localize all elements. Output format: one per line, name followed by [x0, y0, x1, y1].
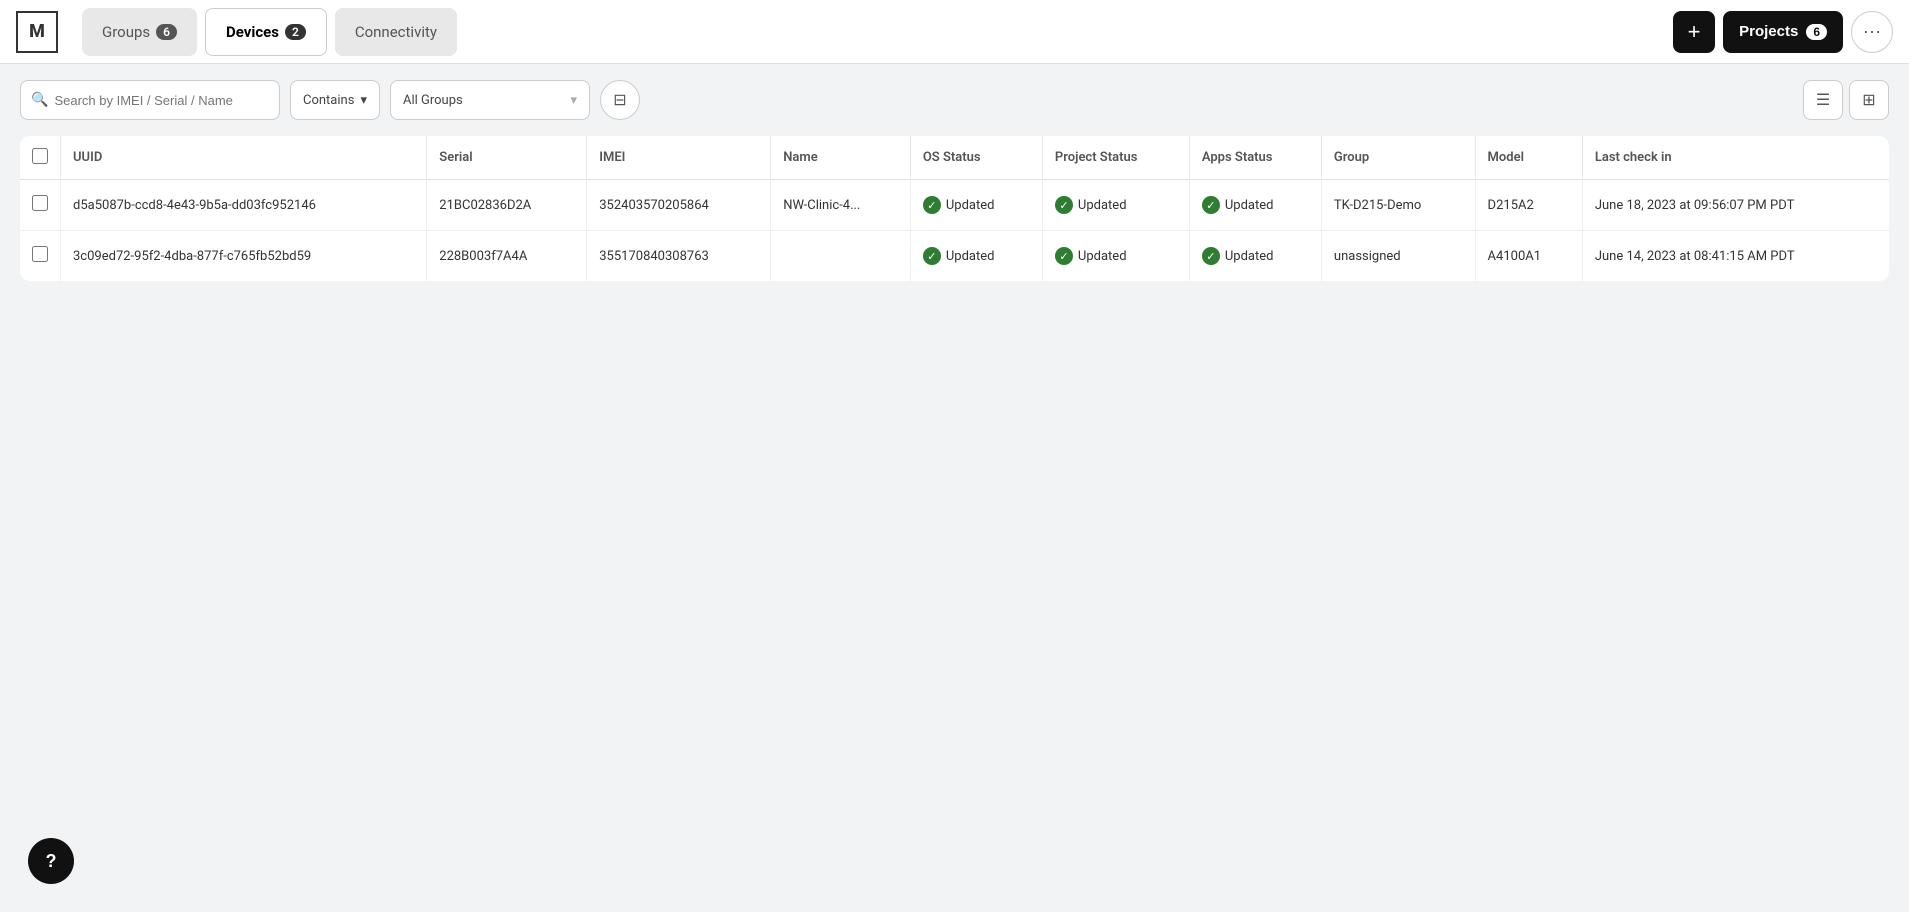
- row-last-checkin: June 18, 2023 at 09:56:07 PM PDT: [1582, 180, 1889, 231]
- tab-groups-badge: 6: [156, 24, 177, 40]
- more-options-button[interactable]: ···: [1851, 11, 1893, 53]
- row-last-checkin: June 14, 2023 at 08:41:15 AM PDT: [1582, 231, 1889, 282]
- row-os-status: ✓ Updated: [910, 180, 1042, 231]
- row-uuid: d5a5087b-ccd8-4e43-9b5a-dd03fc952146: [61, 180, 427, 231]
- status-check-icon: ✓: [1055, 247, 1073, 265]
- row-imei: 352403570205864: [587, 180, 771, 231]
- col-uuid: UUID: [61, 136, 427, 180]
- contains-chevron-icon: ▾: [360, 93, 367, 108]
- grid-view-button[interactable]: ⊞: [1849, 80, 1889, 120]
- col-project-status: Project Status: [1042, 136, 1189, 180]
- table-header-row: UUID Serial IMEI Name OS Status Project …: [20, 136, 1889, 180]
- status-label: Updated: [1078, 249, 1127, 264]
- devices-table-container: UUID Serial IMEI Name OS Status Project …: [0, 136, 1909, 281]
- row-os-status: ✓ Updated: [910, 231, 1042, 282]
- col-model: Model: [1475, 136, 1582, 180]
- row-name: NW-Clinic-4...: [771, 180, 911, 231]
- status-label: Updated: [946, 198, 995, 213]
- filter-button[interactable]: ⊟: [600, 80, 640, 120]
- search-input[interactable]: [54, 93, 254, 108]
- col-serial: Serial: [427, 136, 587, 180]
- list-view-icon: ☰: [1816, 90, 1830, 110]
- status-check-icon: ✓: [1202, 196, 1220, 214]
- col-imei: IMEI: [587, 136, 771, 180]
- row-model: D215A2: [1475, 180, 1582, 231]
- grid-view-icon: ⊞: [1862, 90, 1875, 110]
- search-icon: 🔍: [31, 92, 48, 108]
- row-project-status: ✓ Updated: [1042, 231, 1189, 282]
- select-all-header[interactable]: [20, 136, 61, 180]
- col-apps-status: Apps Status: [1189, 136, 1321, 180]
- logo[interactable]: M: [16, 11, 58, 53]
- table-row[interactable]: d5a5087b-ccd8-4e43-9b5a-dd03fc95214621BC…: [20, 180, 1889, 231]
- contains-label: Contains: [303, 93, 354, 108]
- row-model: A4100A1: [1475, 231, 1582, 282]
- projects-badge: 6: [1806, 24, 1827, 40]
- col-os-status: OS Status: [910, 136, 1042, 180]
- row-checkbox[interactable]: [32, 195, 48, 211]
- tab-connectivity[interactable]: Connectivity: [335, 8, 457, 56]
- help-button[interactable]: ?: [28, 838, 74, 884]
- groups-dropdown[interactable]: All Groups ▾: [390, 80, 590, 120]
- row-serial: 228B003f7A4A: [427, 231, 587, 282]
- row-group: unassigned: [1321, 231, 1475, 282]
- list-view-button[interactable]: ☰: [1803, 80, 1843, 120]
- row-imei: 355170840308763: [587, 231, 771, 282]
- status-check-icon: ✓: [923, 196, 941, 214]
- add-button[interactable]: +: [1673, 11, 1715, 53]
- status-label: Updated: [1225, 198, 1274, 213]
- tab-devices-badge: 2: [285, 24, 306, 40]
- row-serial: 21BC02836D2A: [427, 180, 587, 231]
- filter-icon: ⊟: [613, 90, 626, 110]
- row-project-status: ✓ Updated: [1042, 180, 1189, 231]
- tab-connectivity-label: Connectivity: [355, 23, 437, 41]
- status-label: Updated: [1225, 249, 1274, 264]
- status-label: Updated: [946, 249, 995, 264]
- table-row[interactable]: 3c09ed72-95f2-4dba-877f-c765fb52bd59228B…: [20, 231, 1889, 282]
- row-group: TK-D215-Demo: [1321, 180, 1475, 231]
- status-check-icon: ✓: [1055, 196, 1073, 214]
- status-check-icon: ✓: [1202, 247, 1220, 265]
- tab-devices-label: Devices: [226, 23, 279, 41]
- toolbar: 🔍 Contains ▾ All Groups ▾ ⊟ ☰ ⊞: [0, 64, 1909, 136]
- status-label: Updated: [1078, 198, 1127, 213]
- groups-chevron-icon: ▾: [570, 93, 577, 108]
- projects-label: Projects: [1739, 23, 1798, 40]
- select-all-checkbox[interactable]: [32, 148, 48, 164]
- view-buttons: ☰ ⊞: [1803, 80, 1889, 120]
- row-checkbox[interactable]: [32, 246, 48, 262]
- tab-devices[interactable]: Devices 2: [205, 8, 327, 56]
- col-group: Group: [1321, 136, 1475, 180]
- status-check-icon: ✓: [923, 247, 941, 265]
- search-box: 🔍: [20, 80, 280, 120]
- tab-groups[interactable]: Groups 6: [82, 8, 197, 56]
- row-apps-status: ✓ Updated: [1189, 180, 1321, 231]
- projects-button[interactable]: Projects 6: [1723, 11, 1843, 53]
- row-apps-status: ✓ Updated: [1189, 231, 1321, 282]
- row-uuid: 3c09ed72-95f2-4dba-877f-c765fb52bd59: [61, 231, 427, 282]
- row-name: [771, 231, 911, 282]
- contains-dropdown[interactable]: Contains ▾: [290, 80, 380, 120]
- devices-table: UUID Serial IMEI Name OS Status Project …: [20, 136, 1889, 281]
- all-groups-label: All Groups: [403, 93, 463, 108]
- col-name: Name: [771, 136, 911, 180]
- tab-groups-label: Groups: [102, 23, 150, 41]
- col-last-checkin: Last check in: [1582, 136, 1889, 180]
- header: M Groups 6 Devices 2 Connectivity + Proj…: [0, 0, 1909, 64]
